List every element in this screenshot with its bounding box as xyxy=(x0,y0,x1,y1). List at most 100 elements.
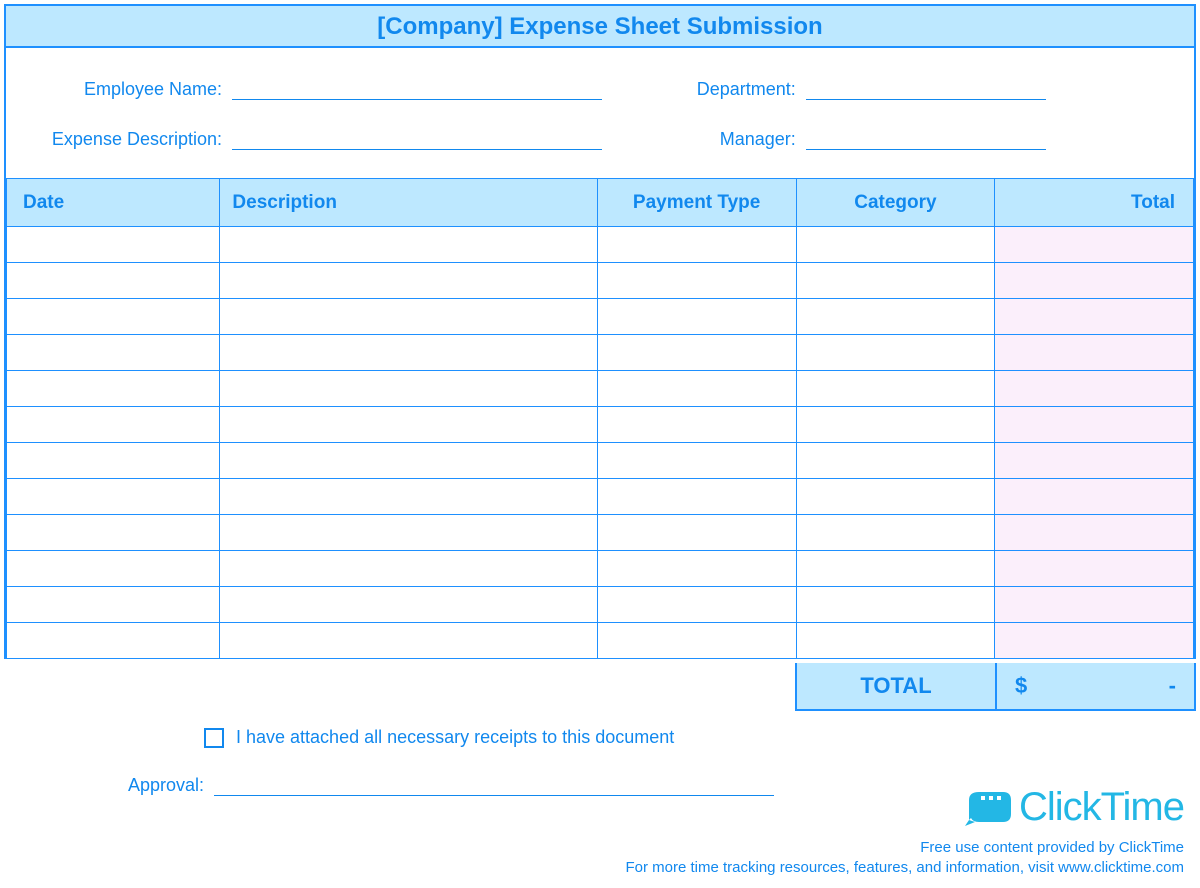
cell-category[interactable] xyxy=(796,515,995,551)
table-row xyxy=(7,299,1194,335)
cell-total[interactable] xyxy=(995,227,1194,263)
employee-name-input[interactable] xyxy=(232,78,602,100)
table-row xyxy=(7,227,1194,263)
cell-date[interactable] xyxy=(7,515,220,551)
cell-category[interactable] xyxy=(796,263,995,299)
cell-date[interactable] xyxy=(7,443,220,479)
cell-category[interactable] xyxy=(796,551,995,587)
table-row xyxy=(7,623,1194,659)
cell-date[interactable] xyxy=(7,587,220,623)
expense-table: Date Description Payment Type Category T… xyxy=(6,178,1194,659)
cell-total[interactable] xyxy=(995,335,1194,371)
col-total: Total xyxy=(995,179,1194,227)
credit-line-2: For more time tracking resources, featur… xyxy=(625,859,1184,876)
cell-total[interactable] xyxy=(995,263,1194,299)
cell-total[interactable] xyxy=(995,587,1194,623)
cell-description[interactable] xyxy=(220,227,597,263)
cell-total[interactable] xyxy=(995,479,1194,515)
expense-sheet: [Company] Expense Sheet Submission Emplo… xyxy=(4,4,1196,659)
cell-total[interactable] xyxy=(995,407,1194,443)
cell-description[interactable] xyxy=(220,443,597,479)
receipts-label: I have attached all necessary receipts t… xyxy=(236,727,674,748)
cell-date[interactable] xyxy=(7,227,220,263)
col-date: Date xyxy=(7,179,220,227)
credit-line-1: Free use content provided by ClickTime xyxy=(920,839,1184,856)
table-row xyxy=(7,479,1194,515)
cell-payment_type[interactable] xyxy=(597,263,796,299)
manager-input[interactable] xyxy=(806,128,1046,150)
cell-description[interactable] xyxy=(220,335,597,371)
table-row xyxy=(7,443,1194,479)
table-row xyxy=(7,371,1194,407)
totals-label: TOTAL xyxy=(795,663,997,711)
expense-desc-label: Expense Description: xyxy=(26,129,226,150)
cell-payment_type[interactable] xyxy=(597,551,796,587)
cell-payment_type[interactable] xyxy=(597,371,796,407)
cell-date[interactable] xyxy=(7,263,220,299)
cell-total[interactable] xyxy=(995,299,1194,335)
cell-total[interactable] xyxy=(995,371,1194,407)
totals-amount: - xyxy=(1169,673,1176,699)
table-header-row: Date Description Payment Type Category T… xyxy=(7,179,1194,227)
cell-payment_type[interactable] xyxy=(597,587,796,623)
department-label: Department: xyxy=(620,79,800,100)
cell-payment_type[interactable] xyxy=(597,299,796,335)
cell-description[interactable] xyxy=(220,299,597,335)
clock-icon xyxy=(963,788,1013,828)
cell-category[interactable] xyxy=(796,587,995,623)
totals-row: TOTAL $ - xyxy=(0,663,1196,711)
receipts-confirm: I have attached all necessary receipts t… xyxy=(204,727,1200,748)
col-category: Category xyxy=(796,179,995,227)
cell-category[interactable] xyxy=(796,623,995,659)
cell-category[interactable] xyxy=(796,335,995,371)
department-input[interactable] xyxy=(806,78,1046,100)
table-row xyxy=(7,515,1194,551)
cell-payment_type[interactable] xyxy=(597,479,796,515)
cell-description[interactable] xyxy=(220,515,597,551)
cell-description[interactable] xyxy=(220,587,597,623)
table-row xyxy=(7,335,1194,371)
employee-name-label: Employee Name: xyxy=(26,79,226,100)
cell-payment_type[interactable] xyxy=(597,407,796,443)
table-row xyxy=(7,407,1194,443)
cell-category[interactable] xyxy=(796,299,995,335)
cell-total[interactable] xyxy=(995,623,1194,659)
cell-total[interactable] xyxy=(995,515,1194,551)
cell-payment_type[interactable] xyxy=(597,515,796,551)
cell-description[interactable] xyxy=(220,263,597,299)
table-row xyxy=(7,551,1194,587)
cell-category[interactable] xyxy=(796,443,995,479)
cell-description[interactable] xyxy=(220,371,597,407)
cell-payment_type[interactable] xyxy=(597,443,796,479)
page-title: [Company] Expense Sheet Submission xyxy=(6,6,1194,48)
cell-date[interactable] xyxy=(7,479,220,515)
cell-date[interactable] xyxy=(7,623,220,659)
cell-description[interactable] xyxy=(220,407,597,443)
expense-desc-input[interactable] xyxy=(232,128,602,150)
cell-payment_type[interactable] xyxy=(597,335,796,371)
cell-category[interactable] xyxy=(796,407,995,443)
cell-payment_type[interactable] xyxy=(597,227,796,263)
cell-payment_type[interactable] xyxy=(597,623,796,659)
department-field: Department: xyxy=(620,78,1174,100)
cell-category[interactable] xyxy=(796,227,995,263)
cell-date[interactable] xyxy=(7,371,220,407)
cell-description[interactable] xyxy=(220,623,597,659)
totals-value: $ - xyxy=(997,663,1196,711)
expense-desc-field: Expense Description: xyxy=(26,128,620,150)
cell-category[interactable] xyxy=(796,479,995,515)
cell-description[interactable] xyxy=(220,551,597,587)
cell-date[interactable] xyxy=(7,299,220,335)
col-payment-type: Payment Type xyxy=(597,179,796,227)
table-row xyxy=(7,587,1194,623)
cell-description[interactable] xyxy=(220,479,597,515)
cell-total[interactable] xyxy=(995,443,1194,479)
cell-total[interactable] xyxy=(995,551,1194,587)
cell-date[interactable] xyxy=(7,407,220,443)
approval-input[interactable] xyxy=(214,774,774,796)
cell-category[interactable] xyxy=(796,371,995,407)
receipts-checkbox[interactable] xyxy=(204,728,224,748)
totals-currency: $ xyxy=(1015,673,1027,699)
cell-date[interactable] xyxy=(7,335,220,371)
cell-date[interactable] xyxy=(7,551,220,587)
